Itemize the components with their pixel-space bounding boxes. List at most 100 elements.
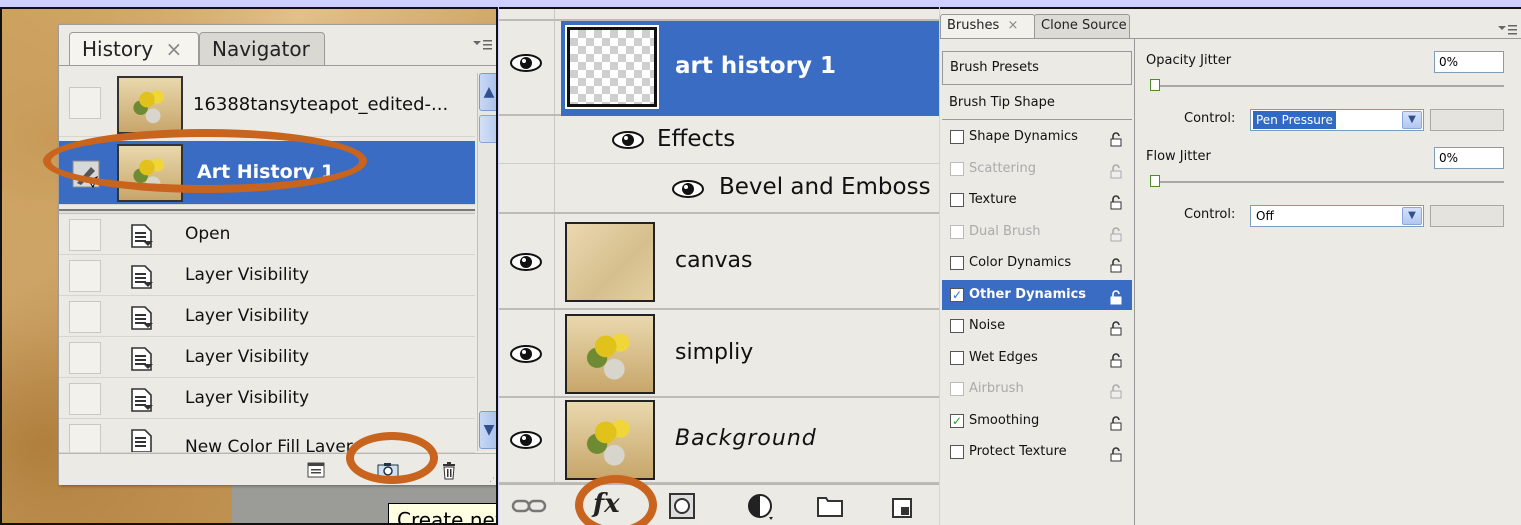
snapshot-row[interactable]: 16388tansyteapot_edited-... <box>59 73 475 137</box>
checkbox[interactable] <box>950 350 964 365</box>
brush-option-wet-edges[interactable]: Wet Edges <box>942 343 1132 373</box>
tab-close-icon[interactable]: × <box>166 37 183 61</box>
checkbox[interactable] <box>950 256 964 270</box>
brush-option-color-dynamics[interactable]: Color Dynamics <box>942 248 1132 278</box>
panel-menu-icon[interactable] <box>1496 23 1518 38</box>
new-layer-icon[interactable] <box>891 497 913 523</box>
tab-navigator[interactable]: Navigator <box>199 32 325 65</box>
flow-jitter-slider[interactable] <box>1152 181 1504 183</box>
tab-close-icon[interactable]: × <box>1007 18 1018 33</box>
panel-menu-icon[interactable] <box>471 37 493 55</box>
history-brush-source-box[interactable] <box>69 301 101 333</box>
chevron-down-icon[interactable]: ▼ <box>1402 207 1422 225</box>
lock-icon[interactable] <box>1110 413 1122 430</box>
brush-tip-shape-item[interactable]: Brush Tip Shape <box>942 86 1132 120</box>
layer-row[interactable]: canvas <box>499 214 939 310</box>
trash-icon[interactable] <box>441 462 459 480</box>
opacity-control-select[interactable]: Pen Pressure ▼ <box>1250 109 1424 131</box>
lock-icon[interactable] <box>1110 255 1122 273</box>
brush-option-scattering[interactable]: Scattering <box>942 154 1132 184</box>
history-state-row[interactable]: Layer Visibility <box>59 379 475 419</box>
history-brush-source-box[interactable] <box>69 87 101 119</box>
effects-row[interactable]: Effects <box>499 116 939 164</box>
adjustment-icon[interactable] <box>747 493 775 525</box>
history-state-icon <box>129 305 155 331</box>
scroll-up-icon[interactable]: ▲ <box>479 73 496 111</box>
brush-option-protect-texture[interactable]: Protect Texture <box>942 437 1132 467</box>
brushes-panel: Brushes × Clone Source Brush Presets Bru… <box>940 7 1521 525</box>
brush-option-texture[interactable]: Texture <box>942 185 1132 215</box>
history-state-row[interactable]: Open <box>59 215 475 255</box>
scroll-down-icon[interactable]: ▼ <box>479 411 496 449</box>
slider-knob[interactable] <box>1150 175 1160 187</box>
layer-name[interactable]: canvas <box>675 248 752 273</box>
link-icon[interactable] <box>511 497 547 519</box>
checkbox[interactable] <box>950 130 964 144</box>
layer-row[interactable]: simpliy <box>499 310 939 398</box>
layer-name[interactable]: simpliy <box>675 340 753 365</box>
lock-icon <box>1110 224 1122 241</box>
lock-icon[interactable] <box>1110 318 1122 336</box>
history-brush-source-box[interactable] <box>69 260 101 292</box>
checkbox[interactable]: ✓ <box>950 413 964 428</box>
history-state-row[interactable]: Layer Visibility <box>59 256 475 296</box>
lock-icon[interactable] <box>1110 444 1122 462</box>
resize-grip-icon[interactable]: ⋰ <box>489 474 496 484</box>
mask-icon[interactable] <box>669 493 695 523</box>
eye-icon[interactable] <box>509 428 543 452</box>
flow-jitter-input[interactable]: 0% <box>1434 147 1504 169</box>
lock-icon[interactable] <box>1110 129 1122 147</box>
brush-option-label: Dual Brush <box>969 223 1041 239</box>
history-brush-source-box[interactable] <box>69 342 101 374</box>
brush-option-shape-dynamics[interactable]: Shape Dynamics <box>942 122 1132 152</box>
history-state-label: Open <box>185 224 231 244</box>
brush-option-dual-brush[interactable]: Dual Brush <box>942 217 1132 247</box>
checkbox[interactable]: ✓ <box>950 287 964 302</box>
opacity-jitter-slider[interactable] <box>1152 85 1504 87</box>
layer-name[interactable]: art history 1 <box>675 53 836 79</box>
history-brush-source-box[interactable] <box>69 424 101 452</box>
brush-presets-item[interactable]: Brush Presets <box>942 51 1132 85</box>
brush-option-label: Wet Edges <box>969 349 1038 365</box>
brush-option-smoothing[interactable]: ✓ Smoothing <box>942 406 1132 436</box>
lock-icon[interactable] <box>1110 350 1122 367</box>
layer-row[interactable]: Background <box>499 398 939 484</box>
history-brush-source-box[interactable] <box>69 383 101 415</box>
effect-item-row[interactable]: Bevel and Emboss <box>499 164 939 214</box>
new-document-icon[interactable] <box>307 462 325 478</box>
history-state-label: Layer Visibility <box>185 306 310 326</box>
lock-icon[interactable] <box>1110 192 1122 210</box>
history-brush-source-box[interactable] <box>69 219 101 251</box>
history-state-icon <box>129 387 155 413</box>
folder-icon[interactable] <box>817 495 843 521</box>
eye-icon[interactable] <box>611 128 645 152</box>
eye-icon[interactable] <box>509 250 543 274</box>
layer-name[interactable]: Background <box>675 426 817 451</box>
slider-knob[interactable] <box>1150 79 1160 91</box>
history-scrollbar[interactable]: ▲ ▼ <box>477 73 496 451</box>
eye-icon[interactable] <box>509 51 543 75</box>
tab-brushes[interactable]: Brushes × <box>940 14 1035 38</box>
eye-icon[interactable] <box>671 177 705 201</box>
lock-icon[interactable] <box>1110 287 1122 304</box>
brush-option-noise[interactable]: Noise <box>942 311 1132 341</box>
checkbox[interactable] <box>950 445 964 459</box>
eye-icon[interactable] <box>509 342 543 366</box>
tab-clone-source[interactable]: Clone Source <box>1034 14 1130 38</box>
checkbox[interactable] <box>950 319 964 333</box>
visibility-cell <box>499 9 555 19</box>
chevron-down-icon[interactable]: ▼ <box>1402 111 1422 129</box>
layer-thumbnail <box>565 314 655 394</box>
scrollbar-thumb[interactable] <box>479 115 496 143</box>
layer-row-selected[interactable]: art history 1 <box>499 21 939 116</box>
history-state-row[interactable]: Layer Visibility <box>59 297 475 337</box>
brush-option-airbrush[interactable]: Airbrush <box>942 374 1132 404</box>
layer-thumbnail <box>565 222 655 302</box>
brush-option-other-dynamics[interactable]: ✓ Other Dynamics <box>942 279 1132 310</box>
opacity-jitter-input[interactable]: 0% <box>1434 51 1504 73</box>
layers-footer: fx <box>499 484 939 525</box>
checkbox[interactable] <box>950 193 964 207</box>
history-state-row[interactable]: Layer Visibility <box>59 338 475 378</box>
tab-history[interactable]: History × <box>69 32 199 66</box>
flow-control-select[interactable]: Off ▼ <box>1250 205 1424 227</box>
